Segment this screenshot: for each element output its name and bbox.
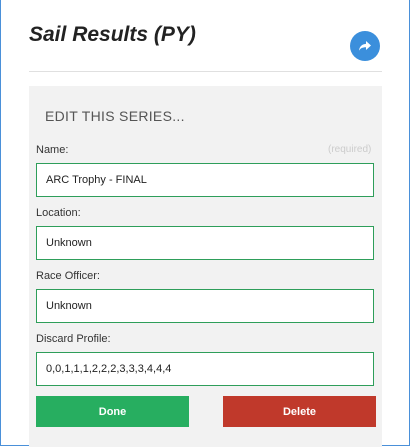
location-label: Location: [36,207,81,219]
done-button[interactable]: Done [36,396,189,427]
share-button[interactable] [350,31,380,61]
location-field[interactable] [36,226,374,260]
race-officer-label: Race Officer: [36,270,100,282]
discard-profile-label: Discard Profile: [36,333,111,345]
share-icon [359,41,371,51]
edit-series-panel [29,86,382,447]
section-title: EDIT THIS SERIES... [45,108,185,124]
required-note: (required) [328,144,372,155]
discard-profile-field[interactable] [36,352,374,386]
app-frame: Sail Results (PY) EDIT THIS SERIES... Na… [0,0,410,447]
header-divider [29,71,382,72]
name-field[interactable] [36,163,374,197]
race-officer-field[interactable] [36,289,374,323]
delete-button[interactable]: Delete [223,396,376,427]
page-title: Sail Results (PY) [29,23,196,46]
name-label: Name: [36,144,69,156]
